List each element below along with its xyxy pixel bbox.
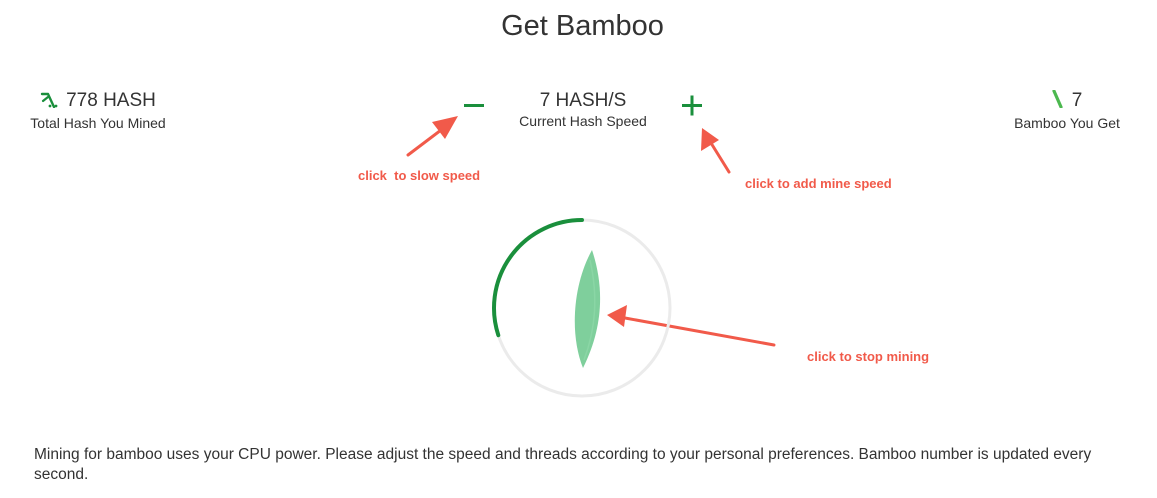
minus-icon <box>464 104 484 107</box>
total-hash-value: 778 HASH <box>66 90 156 111</box>
ring-progress-arc <box>492 218 584 338</box>
page-title: Get Bamboo <box>501 10 664 42</box>
annotation-add-speed: click to add mine speed <box>745 176 892 191</box>
arrow-to-plus <box>701 128 731 174</box>
bamboo-leaf-icon <box>574 250 601 368</box>
hash-speed-stat: 7 HASH/S Current Hash Speed <box>510 90 656 130</box>
bamboo-stat: 7 Bamboo You Get <box>1005 89 1129 132</box>
increase-speed-button[interactable] <box>677 91 707 121</box>
bamboo-value: 7 <box>1071 90 1083 111</box>
hash-speed-label: Current Hash Speed <box>519 113 647 129</box>
total-hash-stat: 778 HASH Total Hash You Mined <box>30 90 166 132</box>
annotation-slow-speed: click to slow speed <box>358 168 481 183</box>
decrease-speed-button[interactable] <box>460 91 490 121</box>
mining-description: Mining for bamboo uses your CPU power. P… <box>34 446 1092 483</box>
hash-speed-value: 7 HASH/S <box>539 90 627 111</box>
annotation-stop-mining: click to stop mining <box>807 349 930 364</box>
bamboo-label: Bamboo You Get <box>1014 115 1120 131</box>
mining-progress-ring <box>492 218 672 398</box>
mining-toggle-button[interactable] <box>490 216 674 400</box>
total-hash-label: Total Hash You Mined <box>30 115 166 131</box>
bamboo-icon <box>1052 89 1064 114</box>
total-hash-value-row: 778 HASH <box>30 90 166 114</box>
arrow-to-minus <box>406 116 458 157</box>
pickaxe-icon <box>40 92 58 114</box>
plus-icon <box>682 95 702 116</box>
bamboo-value-row: 7 <box>1005 89 1129 114</box>
